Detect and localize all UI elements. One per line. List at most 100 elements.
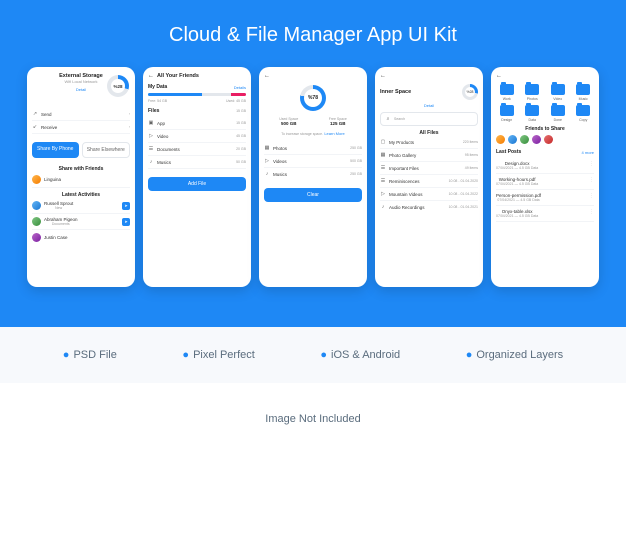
post-item[interactable]: Onyx-table.xlsx07/04/2021 — 4.5 GB Data⋮ bbox=[496, 206, 594, 222]
music-icon: ♪ bbox=[148, 159, 154, 165]
video-icon: ▷ bbox=[264, 158, 270, 164]
folder-item[interactable]: Work bbox=[496, 84, 518, 101]
file-row[interactable]: ▣App15 GB bbox=[148, 117, 246, 130]
post-item[interactable]: Design.docx07/04/2021 — 4.5 GB Data⋮ bbox=[496, 158, 594, 174]
storage-row[interactable]: ♪Musics250 GB bbox=[264, 168, 362, 180]
back-icon[interactable]: ← bbox=[380, 73, 386, 79]
folder-icon bbox=[576, 84, 590, 95]
avatar[interactable] bbox=[496, 135, 505, 144]
folder-icon bbox=[551, 84, 565, 95]
feature-item: ●iOS & Android bbox=[320, 349, 400, 361]
app-icon: ▣ bbox=[148, 120, 154, 126]
file-row[interactable]: ☰Reminiscences10.08 - 01.04.2020 bbox=[380, 175, 478, 188]
avatar bbox=[32, 201, 41, 210]
storage-row[interactable]: ▷Videos500 GB bbox=[264, 155, 362, 168]
post-item[interactable]: Person-permission.pdf07/04/2021 — 4.5 GB… bbox=[496, 190, 594, 206]
send-button-icon[interactable]: ➤ bbox=[122, 202, 130, 210]
file-icon: ☰ bbox=[380, 178, 386, 184]
footnote: Image Not Included bbox=[0, 383, 626, 455]
receive-icon: ↙ bbox=[32, 124, 38, 130]
file-row[interactable]: ▦Photo Gallery95 items bbox=[380, 149, 478, 162]
storage-row[interactable]: ▦Photos250 GB bbox=[264, 142, 362, 155]
back-icon[interactable]: ← bbox=[148, 73, 154, 79]
phone-1: %28 External Storage Wifi Local Network … bbox=[27, 67, 135, 287]
folder-item[interactable]: Design bbox=[496, 105, 518, 122]
folder-item[interactable]: Music bbox=[573, 84, 595, 101]
avatar[interactable] bbox=[544, 135, 553, 144]
feature-item: ●PSD File bbox=[63, 349, 117, 361]
folders-grid: Work Photos Video Music Design Data Done… bbox=[496, 84, 594, 122]
learn-more-link[interactable]: Learn More bbox=[324, 131, 344, 136]
avatar bbox=[32, 175, 41, 184]
receive-label[interactable]: Receive bbox=[41, 125, 57, 130]
phone-3: ← %78 Used Space500 GB Free Space125 GB … bbox=[259, 67, 367, 287]
file-row[interactable]: ▷Video45 GB bbox=[148, 130, 246, 143]
more-icon: ⋮ bbox=[589, 177, 594, 186]
share-phone-button[interactable]: Share By Phone bbox=[32, 142, 79, 158]
folder-icon bbox=[551, 105, 565, 116]
friends-row bbox=[496, 135, 594, 144]
folder-item[interactable]: Video bbox=[547, 84, 569, 101]
detail-link[interactable]: Detail bbox=[380, 103, 478, 108]
phone-2: ←All Your Friends My DataDetails Free: 5… bbox=[143, 67, 251, 287]
file-row[interactable]: ♪Musics50 GB bbox=[148, 156, 246, 169]
avatar bbox=[32, 217, 41, 226]
folder-icon bbox=[525, 84, 539, 95]
folder-item[interactable]: Copy bbox=[573, 105, 595, 122]
hero-section: Cloud & File Manager App UI Kit %28 Exte… bbox=[0, 0, 626, 327]
feature-item: ●Pixel Perfect bbox=[182, 349, 254, 361]
usage-pie-chart: %78 bbox=[300, 85, 326, 111]
more-icon: ⋮ bbox=[589, 161, 594, 170]
avatar[interactable] bbox=[520, 135, 529, 144]
feature-item: ●Organized Layers bbox=[466, 349, 563, 361]
clear-button[interactable]: Clear bbox=[264, 188, 362, 202]
document-icon: ☰ bbox=[148, 146, 154, 152]
photo-icon: ▦ bbox=[264, 145, 270, 151]
details-link[interactable]: Details bbox=[234, 85, 246, 90]
file-row[interactable]: ♪Audio Recordings10.08 - 01.04.2021 bbox=[380, 201, 478, 213]
pie-icon: %28 bbox=[462, 84, 478, 100]
post-item[interactable]: Working-hours.pdf07/04/2021 — 4.5 GB Dat… bbox=[496, 174, 594, 190]
file-icon: ☰ bbox=[380, 165, 386, 171]
video-icon: ▷ bbox=[380, 191, 386, 197]
avatar[interactable] bbox=[508, 135, 517, 144]
send-icon: ↗ bbox=[32, 111, 38, 117]
folder-icon bbox=[500, 105, 514, 116]
file-row[interactable]: ▢My Products220 items bbox=[380, 136, 478, 149]
back-icon[interactable]: ← bbox=[496, 73, 502, 79]
audio-icon: ♪ bbox=[380, 204, 386, 210]
more-icon: ⋮ bbox=[589, 209, 594, 218]
avatar bbox=[32, 233, 41, 242]
phones-row: %28 External Storage Wifi Local Network … bbox=[20, 67, 606, 287]
screen-title: All Your Friends bbox=[157, 73, 199, 79]
more-icon: ⋮ bbox=[589, 193, 594, 202]
folder-item[interactable]: Done bbox=[547, 105, 569, 122]
more-link[interactable]: 4 more bbox=[582, 150, 594, 155]
file-row[interactable]: ☰Documents20 GB bbox=[148, 143, 246, 156]
folder-icon bbox=[576, 105, 590, 116]
avatar[interactable] bbox=[532, 135, 541, 144]
file-row[interactable]: ▷Mountain Videos10.08 - 01.04.2022 bbox=[380, 188, 478, 201]
page-title: Cloud & File Manager App UI Kit bbox=[20, 24, 606, 47]
folder-item[interactable]: Photos bbox=[522, 84, 544, 101]
send-button-icon[interactable]: ➤ bbox=[122, 218, 130, 226]
phone-4: ← Inner Space%28 Detail ⌕Search All File… bbox=[375, 67, 483, 287]
music-icon: ♪ bbox=[264, 171, 270, 177]
add-file-button[interactable]: Add File bbox=[148, 177, 246, 191]
video-icon: ▷ bbox=[148, 133, 154, 139]
send-label[interactable]: Send bbox=[41, 112, 52, 117]
file-row[interactable]: ☰Important Files49 items bbox=[380, 162, 478, 175]
search-input[interactable]: ⌕Search bbox=[380, 112, 478, 126]
search-icon: ⌕ bbox=[385, 116, 391, 122]
phone-5: ← Work Photos Video Music Design Data Do… bbox=[491, 67, 599, 287]
folder-icon bbox=[500, 84, 514, 95]
share-elsewhere-button[interactable]: Share Elsewhere bbox=[82, 142, 131, 158]
features-row: ●PSD File ●Pixel Perfect ●iOS & Android … bbox=[0, 327, 626, 383]
storage-pie-icon: %28 bbox=[107, 75, 129, 97]
folder-item[interactable]: Data bbox=[522, 105, 544, 122]
folder-icon: ▢ bbox=[380, 139, 386, 145]
usage-bar bbox=[148, 93, 246, 96]
folder-icon bbox=[525, 105, 539, 116]
back-icon[interactable]: ← bbox=[264, 73, 270, 79]
gallery-icon: ▦ bbox=[380, 152, 386, 158]
